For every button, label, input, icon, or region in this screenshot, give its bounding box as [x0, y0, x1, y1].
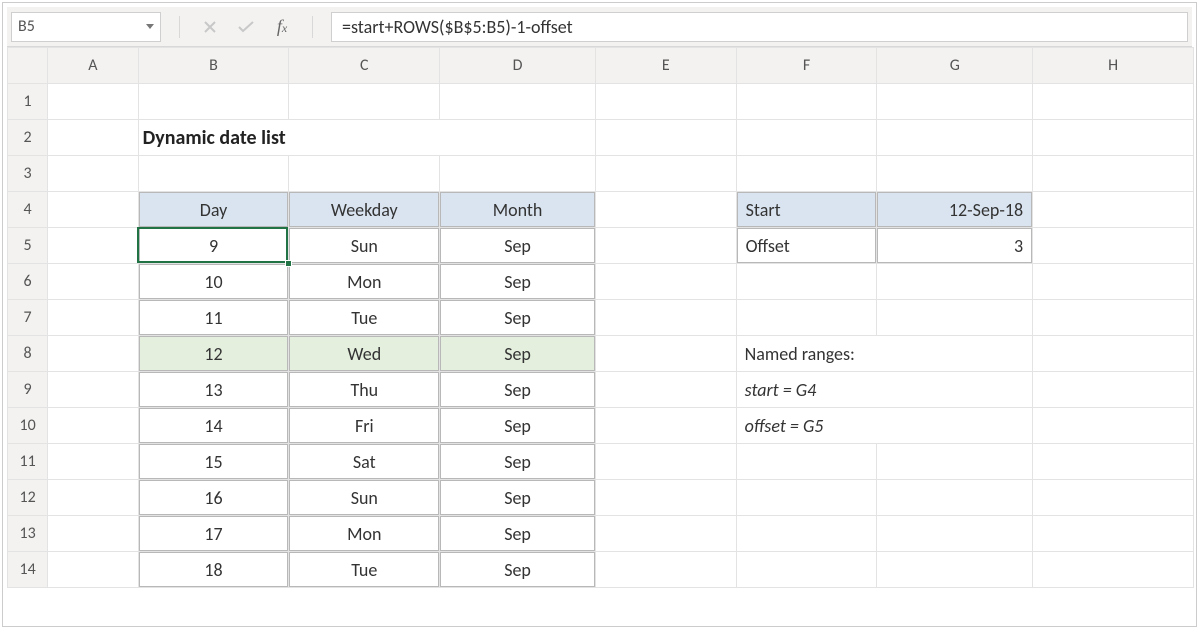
- table-cell-day[interactable]: 9: [139, 228, 289, 263]
- row-header-14[interactable]: 14: [8, 552, 48, 588]
- name-box[interactable]: B5: [11, 12, 161, 42]
- table-cell-weekday[interactable]: Fri: [289, 408, 439, 443]
- table-cell-day[interactable]: 18: [139, 552, 289, 587]
- table-cell-day[interactable]: 13: [139, 372, 289, 407]
- side-value-start: 12-Sep-18: [877, 192, 1032, 227]
- table-cell-month[interactable]: Sep: [440, 264, 595, 299]
- col-header-F[interactable]: F: [736, 48, 877, 84]
- table-header-day: Day: [139, 192, 289, 227]
- table-cell-weekday[interactable]: Mon: [289, 516, 439, 551]
- table-cell-weekday[interactable]: Thu: [289, 372, 439, 407]
- row-header-3[interactable]: 3: [8, 156, 48, 192]
- spreadsheet-grid[interactable]: ABCDEFGH 12Dynamic date list34DayWeekday…: [7, 47, 1194, 588]
- table-cell-day[interactable]: 16: [139, 480, 289, 515]
- table-cell-month[interactable]: Sep: [440, 480, 595, 515]
- table-cell-month[interactable]: Sep: [440, 516, 595, 551]
- table-cell-weekday[interactable]: Tue: [289, 552, 439, 587]
- table-cell-weekday[interactable]: Sun: [289, 480, 439, 515]
- table-cell-day[interactable]: 14: [139, 408, 289, 443]
- cancel-icon[interactable]: [196, 13, 224, 41]
- row-header-11[interactable]: 11: [8, 444, 48, 480]
- notes-line1: start = G4: [737, 372, 1032, 407]
- table-cell-month[interactable]: Sep: [440, 372, 595, 407]
- row-header-1[interactable]: 1: [8, 84, 48, 120]
- table-cell-day[interactable]: 17: [139, 516, 289, 551]
- table-cell-weekday[interactable]: Sun: [289, 228, 439, 263]
- row-header-5[interactable]: 5: [8, 228, 48, 264]
- col-header-D[interactable]: D: [440, 48, 596, 84]
- formula-input[interactable]: =start+ROWS($B$5:B5)-1-offset: [331, 12, 1188, 42]
- table-cell-weekday[interactable]: Tue: [289, 300, 439, 335]
- table-cell-weekday[interactable]: Sat: [289, 444, 439, 479]
- table-cell-day[interactable]: 10: [139, 264, 289, 299]
- formula-bar: B5 fx =start+ROWS($B$5:B5)-1-offset: [7, 7, 1192, 47]
- table-cell-month[interactable]: Sep: [440, 444, 595, 479]
- formula-bar-buttons: fx: [165, 13, 327, 41]
- row-header-10[interactable]: 10: [8, 408, 48, 444]
- col-header-H[interactable]: H: [1033, 48, 1194, 84]
- table-cell-month[interactable]: Sep: [440, 408, 595, 443]
- table-cell-day[interactable]: 11: [139, 300, 289, 335]
- col-header-G[interactable]: G: [877, 48, 1033, 84]
- side-label-offset: Offset: [737, 228, 877, 263]
- table-header-weekday: Weekday: [289, 192, 439, 227]
- row-header-2[interactable]: 2: [8, 120, 48, 156]
- notes-line2: offset = G5: [737, 408, 1032, 443]
- table-cell-month[interactable]: Sep: [440, 300, 595, 335]
- table-cell-weekday[interactable]: Wed: [289, 336, 439, 371]
- row-header-13[interactable]: 13: [8, 516, 48, 552]
- table-cell-weekday[interactable]: Mon: [289, 264, 439, 299]
- table-header-month: Month: [440, 192, 595, 227]
- fill-handle[interactable]: [285, 260, 292, 267]
- row-header-8[interactable]: 8: [8, 336, 48, 372]
- enter-check-icon[interactable]: [232, 13, 260, 41]
- name-box-value: B5: [18, 17, 35, 36]
- page-title: Dynamic date list: [139, 120, 595, 155]
- row-header-12[interactable]: 12: [8, 480, 48, 516]
- table-cell-month[interactable]: Sep: [440, 228, 595, 263]
- chevron-down-icon: [146, 24, 154, 29]
- formula-text: =start+ROWS($B$5:B5)-1-offset: [342, 16, 573, 38]
- row-header-6[interactable]: 6: [8, 264, 48, 300]
- row-header-7[interactable]: 7: [8, 300, 48, 336]
- row-header-9[interactable]: 9: [8, 372, 48, 408]
- side-label-start: Start: [737, 192, 877, 227]
- col-header-B[interactable]: B: [138, 48, 289, 84]
- side-value-offset: 3: [877, 228, 1032, 263]
- col-header-E[interactable]: E: [595, 48, 736, 84]
- select-all-corner[interactable]: [8, 48, 48, 84]
- table-cell-month[interactable]: Sep: [440, 336, 595, 371]
- col-header-C[interactable]: C: [289, 48, 440, 84]
- row-header-4[interactable]: 4: [8, 192, 48, 228]
- fx-icon[interactable]: fx: [268, 13, 296, 41]
- table-cell-month[interactable]: Sep: [440, 552, 595, 587]
- notes-heading: Named ranges:: [737, 336, 1032, 371]
- table-cell-day[interactable]: 12: [139, 336, 289, 371]
- table-cell-day[interactable]: 15: [139, 444, 289, 479]
- col-header-A[interactable]: A: [48, 48, 138, 84]
